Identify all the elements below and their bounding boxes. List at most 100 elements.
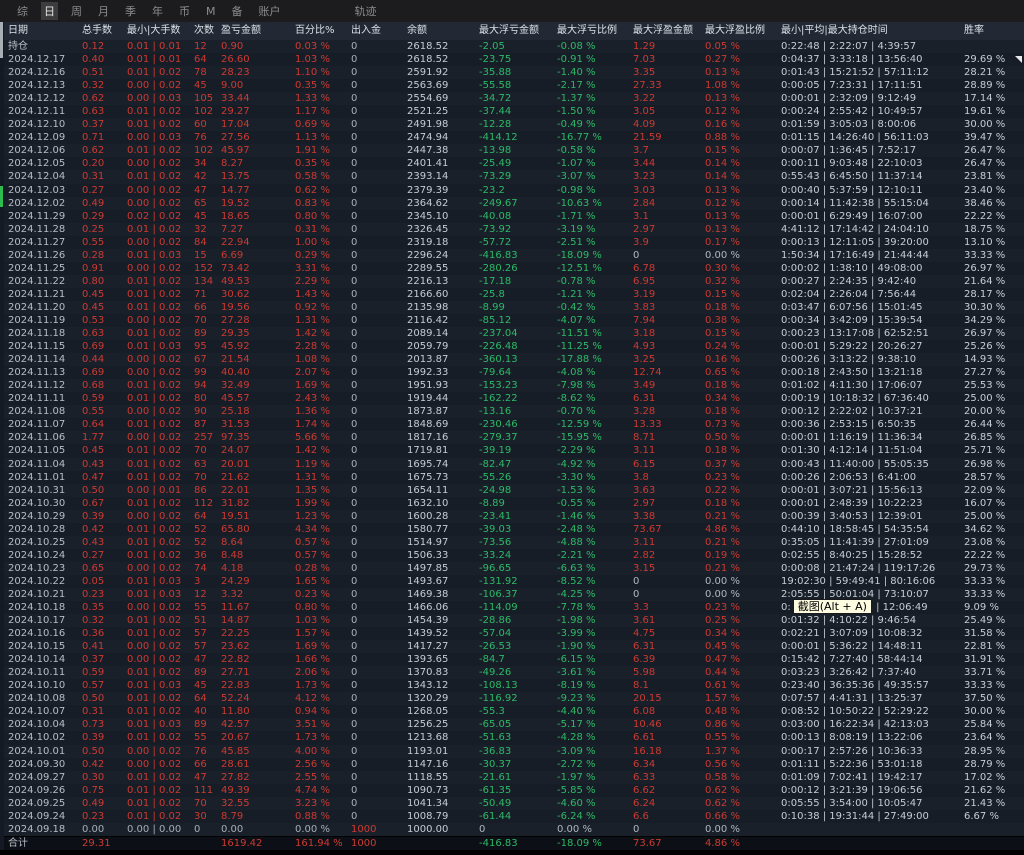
- table-row[interactable]: 2024.12.120.620.00 | 0.0310533.441.33 %0…: [0, 92, 1024, 105]
- header-hold-time[interactable]: 最小|平均|最大持仓时间: [781, 22, 964, 40]
- table-row[interactable]: 2024.10.180.350.00 | 0.025511.670.80 %01…: [0, 601, 1024, 614]
- table-row[interactable]: 2024.11.040.430.01 | 0.026320.011.19 %01…: [0, 458, 1024, 471]
- table-row[interactable]: 2024.12.060.620.01 | 0.0210245.971.91 %0…: [0, 144, 1024, 157]
- menu-item-7[interactable]: 币: [176, 2, 193, 20]
- table-row[interactable]: 2024.10.100.570.01 | 0.034522.831.73 %01…: [0, 679, 1024, 692]
- table-row[interactable]: 2024.12.090.710.00 | 0.037627.561.13 %02…: [0, 131, 1024, 144]
- table-row[interactable]: 2024.11.250.910.00 | 0.0215273.423.31 %0…: [0, 262, 1024, 275]
- table-row[interactable]: 持仓0.120.01 | 0.01120.900.03 %02618.52-2.…: [0, 40, 1024, 53]
- table-row[interactable]: 2024.09.270.300.01 | 0.024727.822.55 %01…: [0, 771, 1024, 784]
- menu-item-3[interactable]: 周: [68, 2, 85, 20]
- header-total-lots[interactable]: 总手数: [82, 22, 127, 40]
- header-win-rate[interactable]: 胜率: [964, 22, 1024, 40]
- menu-item-2[interactable]: 日: [41, 2, 58, 20]
- table-row[interactable]: 2024.11.280.250.01 | 0.02327.270.31 %023…: [0, 223, 1024, 236]
- table-row[interactable]: 2024.10.150.410.00 | 0.025723.621.69 %01…: [0, 640, 1024, 653]
- table-row[interactable]: 2024.11.200.450.01 | 0.026619.560.92 %02…: [0, 301, 1024, 314]
- cell-balance: 1343.12: [407, 679, 479, 692]
- table-row[interactable]: 2024.12.160.510.01 | 0.027828.231.10 %02…: [0, 66, 1024, 79]
- table-row[interactable]: 2024.10.230.650.00 | 0.02744.180.28 %014…: [0, 562, 1024, 575]
- table-row[interactable]: 2024.11.110.590.01 | 0.028045.572.43 %01…: [0, 392, 1024, 405]
- table-row[interactable]: 2024.10.140.370.00 | 0.024722.821.66 %01…: [0, 653, 1024, 666]
- menu-item-1[interactable]: 综: [14, 2, 31, 20]
- table-row[interactable]: 2024.11.210.450.01 | 0.027130.621.43 %02…: [0, 288, 1024, 301]
- menu-item-11[interactable]: 轨迹: [352, 2, 380, 20]
- header-max-float-profit-pct[interactable]: 最大浮盈比例: [705, 22, 781, 40]
- table-row[interactable]: 2024.12.110.630.01 | 0.0210229.271.17 %0…: [0, 105, 1024, 118]
- menu-item-8[interactable]: M: [203, 4, 219, 19]
- header-min-max-lots[interactable]: 最小|大手数: [127, 22, 194, 40]
- table-row[interactable]: 2024.11.290.290.02 | 0.024518.650.80 %02…: [0, 210, 1024, 223]
- table-row[interactable]: 2024.11.061.770.00 | 0.0225797.355.66 %0…: [0, 431, 1024, 444]
- cell-pnl-amount: 45.92: [221, 340, 295, 353]
- table-row[interactable]: 2024.10.300.670.01 | 0.0211231.821.99 %0…: [0, 497, 1024, 510]
- menu-item-10[interactable]: 账户: [256, 2, 284, 20]
- table-row[interactable]: 2024.11.140.440.00 | 0.026721.541.08 %02…: [0, 353, 1024, 366]
- header-date[interactable]: 日期: [0, 22, 82, 40]
- cell-max-float-loss-pct: -3.99 %: [557, 627, 633, 640]
- table-row[interactable]: 2024.09.250.490.01 | 0.027032.553.23 %01…: [0, 797, 1024, 810]
- table-row[interactable]: 2024.11.260.280.01 | 0.03156.690.29 %022…: [0, 249, 1024, 262]
- table-row[interactable]: 2024.12.040.310.01 | 0.024213.750.58 %02…: [0, 170, 1024, 183]
- table-row[interactable]: 2024.10.020.390.01 | 0.025520.671.73 %01…: [0, 731, 1024, 744]
- cell-total-lots: 0.23: [82, 588, 127, 601]
- table-row[interactable]: 2024.11.190.530.00 | 0.027027.281.31 %02…: [0, 314, 1024, 327]
- table-row[interactable]: 2024.09.240.230.01 | 0.02308.790.88 %010…: [0, 810, 1024, 823]
- table-row[interactable]: 2024.10.220.050.01 | 0.03324.291.65 %014…: [0, 575, 1024, 588]
- table-row[interactable]: 2024.11.220.800.01 | 0.0213449.532.29 %0…: [0, 275, 1024, 288]
- header-max-float-loss[interactable]: 最大浮亏金额: [479, 22, 557, 40]
- vertical-scrollbar[interactable]: [0, 22, 4, 850]
- table-row[interactable]: 2024.11.150.690.01 | 0.039545.922.28 %02…: [0, 340, 1024, 353]
- table-row[interactable]: 2024.12.050.200.00 | 0.02348.270.35 %024…: [0, 157, 1024, 170]
- header-balance[interactable]: 余额: [407, 22, 479, 40]
- table-row[interactable]: 2024.10.160.360.01 | 0.025722.251.57 %01…: [0, 627, 1024, 640]
- table-row[interactable]: 2024.10.280.420.01 | 0.025265.804.34 %01…: [0, 523, 1024, 536]
- table-row[interactable]: 2024.11.050.450.01 | 0.027024.071.42 %01…: [0, 444, 1024, 457]
- table-row[interactable]: 2024.10.010.500.00 | 0.027645.854.00 %01…: [0, 745, 1024, 758]
- cell-max-float-profit-pct: 0.05 %: [705, 40, 781, 53]
- header-percent[interactable]: 百分比%: [295, 22, 351, 40]
- table-row[interactable]: 2024.11.130.690.00 | 0.029940.402.07 %01…: [0, 366, 1024, 379]
- table-row[interactable]: 2024.09.180.000.00 | 0.0000.000.00 %1000…: [0, 823, 1024, 836]
- menu-item-4[interactable]: 月: [95, 2, 112, 20]
- table-row[interactable]: 2024.12.100.370.01 | 0.026017.040.69 %02…: [0, 118, 1024, 131]
- table-row[interactable]: 2024.10.170.320.01 | 0.025114.871.03 %01…: [0, 614, 1024, 627]
- table-row[interactable]: 2024.11.010.470.01 | 0.027021.621.31 %01…: [0, 471, 1024, 484]
- table-row[interactable]: 2024.09.260.750.01 | 0.0211149.394.74 %0…: [0, 784, 1024, 797]
- table-row[interactable]: 2024.10.080.500.01 | 0.026452.244.12 %01…: [0, 692, 1024, 705]
- menu-item-9[interactable]: 备: [229, 2, 246, 20]
- cell-win-rate: 22.22 %: [964, 549, 1024, 562]
- cell-win-rate: 21.64 %: [964, 275, 1024, 288]
- cell-hold-time: 0:02:04 | 2:26:04 | 7:56:44: [781, 288, 964, 301]
- cell-count: 0: [194, 823, 221, 836]
- table-row[interactable]: 2024.10.250.430.01 | 0.02528.640.57 %015…: [0, 536, 1024, 549]
- cell-cash-flow: 0: [351, 810, 407, 823]
- menu-item-6[interactable]: 年: [149, 2, 166, 20]
- cell-cash-flow: 0: [351, 144, 407, 157]
- table-row[interactable]: 2024.11.270.550.00 | 0.028422.941.00 %02…: [0, 236, 1024, 249]
- header-max-float-loss-pct[interactable]: 最大浮亏比例: [557, 22, 633, 40]
- header-max-float-profit[interactable]: 最大浮盈金额: [633, 22, 705, 40]
- table-row[interactable]: 2024.11.180.630.01 | 0.028929.351.42 %02…: [0, 327, 1024, 340]
- cell-percent: 0.83 %: [295, 197, 351, 210]
- table-row[interactable]: 2024.12.130.320.00 | 0.02459.000.35 %025…: [0, 79, 1024, 92]
- scrollbar-thumb[interactable]: [0, 22, 3, 58]
- table-row[interactable]: 2024.12.020.490.00 | 0.026519.520.83 %02…: [0, 197, 1024, 210]
- table-row[interactable]: 2024.11.070.640.01 | 0.028731.531.74 %01…: [0, 418, 1024, 431]
- table-row[interactable]: 2024.10.040.730.01 | 0.038942.573.51 %01…: [0, 718, 1024, 731]
- table-row[interactable]: 2024.12.170.400.01 | 0.016426.601.03 %02…: [0, 53, 1024, 66]
- menu-item-5[interactable]: 季: [122, 2, 139, 20]
- header-pnl-amount[interactable]: 盈亏金额: [221, 22, 295, 40]
- table-row[interactable]: 2024.10.290.390.00 | 0.026419.511.23 %01…: [0, 510, 1024, 523]
- header-count[interactable]: 次数: [194, 22, 221, 40]
- table-row[interactable]: 2024.09.300.420.00 | 0.026628.612.56 %01…: [0, 758, 1024, 771]
- table-row[interactable]: 2024.10.110.590.01 | 0.028927.712.06 %01…: [0, 666, 1024, 679]
- scroll-up-arrow-icon[interactable]: [1015, 56, 1022, 63]
- table-row[interactable]: 2024.10.240.270.01 | 0.02368.480.57 %015…: [0, 549, 1024, 562]
- table-row[interactable]: 2024.10.070.310.01 | 0.024011.800.94 %01…: [0, 705, 1024, 718]
- table-row[interactable]: 2024.11.080.550.00 | 0.029025.181.36 %01…: [0, 405, 1024, 418]
- table-row[interactable]: 2024.11.120.680.01 | 0.029432.491.69 %01…: [0, 379, 1024, 392]
- table-row[interactable]: 2024.12.030.270.00 | 0.024714.770.62 %02…: [0, 184, 1024, 197]
- header-cash-flow[interactable]: 出入金: [351, 22, 407, 40]
- table-row[interactable]: 2024.10.310.500.00 | 0.018622.011.35 %01…: [0, 484, 1024, 497]
